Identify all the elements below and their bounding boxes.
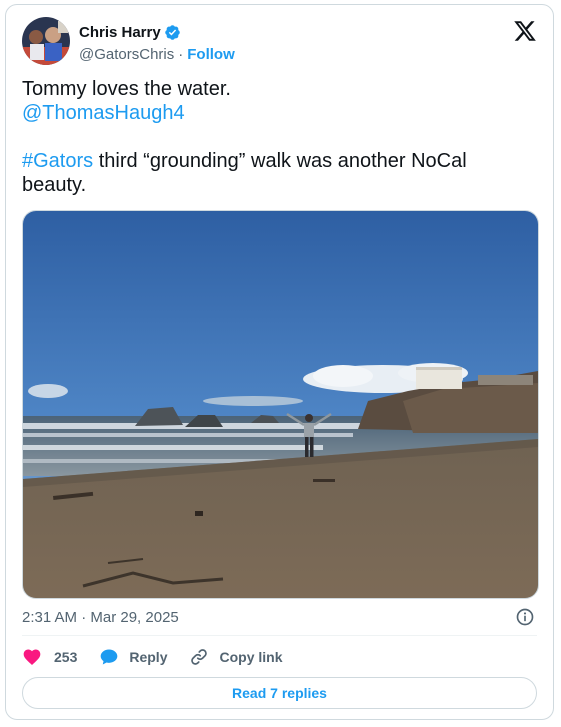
tweet-line-1: Tommy loves the water. bbox=[22, 78, 231, 100]
speech-bubble-icon bbox=[101, 649, 118, 665]
reply-label: Reply bbox=[129, 649, 168, 665]
tweet-timestamp[interactable]: 2:31 AM · Mar 29, 2025 bbox=[22, 609, 179, 626]
author-info: Chris Harry @GatorsChris · Follow bbox=[79, 22, 235, 64]
tweet-meta: 2:31 AM · Mar 29, 2025 bbox=[22, 607, 537, 627]
copy-link-button[interactable]: Copy link bbox=[189, 647, 283, 667]
like-button[interactable]: 253 bbox=[22, 647, 77, 667]
separator-dot: · bbox=[178, 45, 184, 63]
follow-button[interactable]: Follow bbox=[187, 46, 235, 63]
reply-button[interactable]: Reply bbox=[99, 647, 167, 667]
copy-link-label: Copy link bbox=[219, 649, 283, 665]
author-name[interactable]: Chris Harry bbox=[79, 24, 161, 41]
divider bbox=[22, 635, 537, 636]
verified-badge-icon bbox=[164, 24, 180, 40]
heart-icon bbox=[23, 649, 41, 665]
tweet-photo[interactable] bbox=[22, 210, 539, 599]
read-replies-label: Read 7 replies bbox=[232, 685, 327, 701]
tweet-card: Chris Harry @GatorsChris · Follow Tommy … bbox=[5, 4, 554, 720]
avatar[interactable] bbox=[22, 17, 70, 65]
link-icon bbox=[191, 649, 208, 665]
tweet-header: Chris Harry @GatorsChris · Follow bbox=[22, 17, 537, 65]
read-replies-button[interactable]: Read 7 replies bbox=[22, 677, 537, 709]
hashtag-link[interactable]: #Gators bbox=[22, 150, 93, 172]
author-handle[interactable]: @GatorsChris bbox=[79, 46, 174, 63]
info-icon[interactable] bbox=[515, 607, 535, 627]
tweet-actions: 253 Reply Copy link bbox=[22, 645, 305, 669]
tweet-text: Tommy loves the water. @ThomasHaugh4 #Ga… bbox=[22, 77, 532, 197]
like-count: 253 bbox=[54, 649, 78, 665]
mention-link[interactable]: @ThomasHaugh4 bbox=[22, 102, 185, 124]
x-logo-icon[interactable] bbox=[513, 19, 537, 43]
